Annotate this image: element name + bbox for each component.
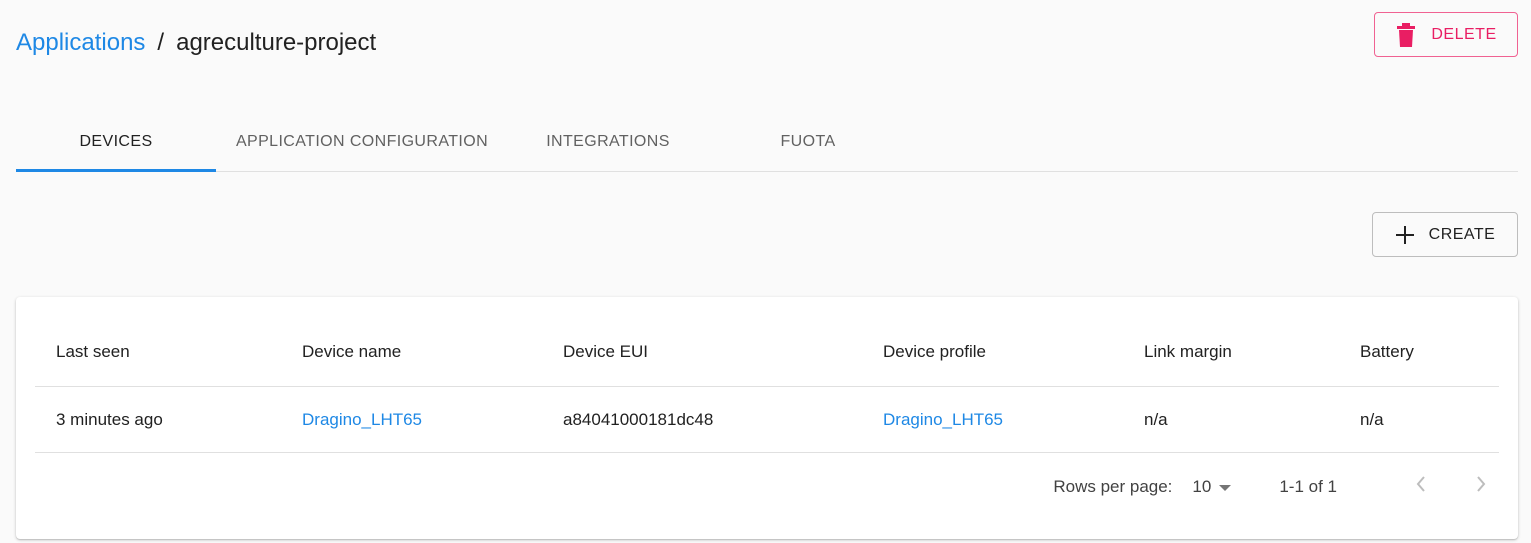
tab-integrations[interactable]: INTEGRATIONS bbox=[508, 112, 708, 171]
column-header-device-eui: Device EUI bbox=[563, 341, 649, 361]
cell-device-eui: a84041000181dc48 bbox=[563, 410, 714, 429]
tab-application-configuration[interactable]: APPLICATION CONFIGURATION bbox=[216, 112, 508, 171]
tab-fuota[interactable]: FUOTA bbox=[708, 112, 908, 171]
delete-button-label: DELETE bbox=[1431, 25, 1497, 43]
tab-bar: DEVICES APPLICATION CONFIGURATION INTEGR… bbox=[16, 112, 1518, 172]
next-page-button[interactable] bbox=[1463, 469, 1499, 505]
column-header-last-seen: Last seen bbox=[56, 341, 130, 361]
page-title: agreculture-project bbox=[176, 29, 377, 56]
cell-battery: n/a bbox=[1360, 410, 1384, 429]
cell-link-margin: n/a bbox=[1144, 410, 1168, 429]
device-profile-link[interactable]: Dragino_LHT65 bbox=[883, 410, 1003, 429]
rows-per-page-select[interactable]: 10 bbox=[1192, 476, 1232, 497]
breadcrumb: Applications / agreculture-project bbox=[16, 28, 376, 58]
cell-last-seen: 3 minutes ago bbox=[56, 410, 163, 429]
delete-button[interactable]: DELETE bbox=[1374, 12, 1518, 57]
rows-per-page-value: 10 bbox=[1192, 476, 1212, 496]
table-header-row: Last seen Device name Device EUI Device … bbox=[35, 317, 1499, 387]
pagination: Rows per page: 10 1-1 of 1 bbox=[35, 454, 1499, 519]
chevron-right-icon bbox=[1476, 476, 1486, 497]
plus-icon bbox=[1395, 225, 1415, 245]
rows-per-page-label: Rows per page: bbox=[1053, 476, 1173, 496]
previous-page-button[interactable] bbox=[1403, 469, 1439, 505]
column-header-battery: Battery bbox=[1360, 341, 1414, 361]
device-name-link[interactable]: Dragino_LHT65 bbox=[302, 410, 422, 429]
table-row: 3 minutes ago Dragino_LHT65 a84041000181… bbox=[35, 388, 1499, 453]
create-button[interactable]: CREATE bbox=[1372, 212, 1518, 257]
tab-devices[interactable]: DEVICES bbox=[16, 112, 216, 172]
column-header-device-name: Device name bbox=[302, 341, 402, 361]
create-button-label: CREATE bbox=[1428, 225, 1496, 243]
breadcrumb-applications-link[interactable]: Applications bbox=[16, 28, 145, 58]
pagination-range: 1-1 of 1 bbox=[1279, 476, 1337, 496]
caret-down-icon bbox=[1219, 477, 1232, 497]
breadcrumb-separator: / bbox=[157, 29, 165, 56]
column-header-link-margin: Link margin bbox=[1144, 341, 1232, 361]
chevron-left-icon bbox=[1416, 476, 1426, 497]
devices-table-card: Last seen Device name Device EUI Device … bbox=[16, 297, 1518, 539]
column-header-device-profile: Device profile bbox=[883, 341, 986, 361]
trash-icon bbox=[1395, 22, 1417, 47]
